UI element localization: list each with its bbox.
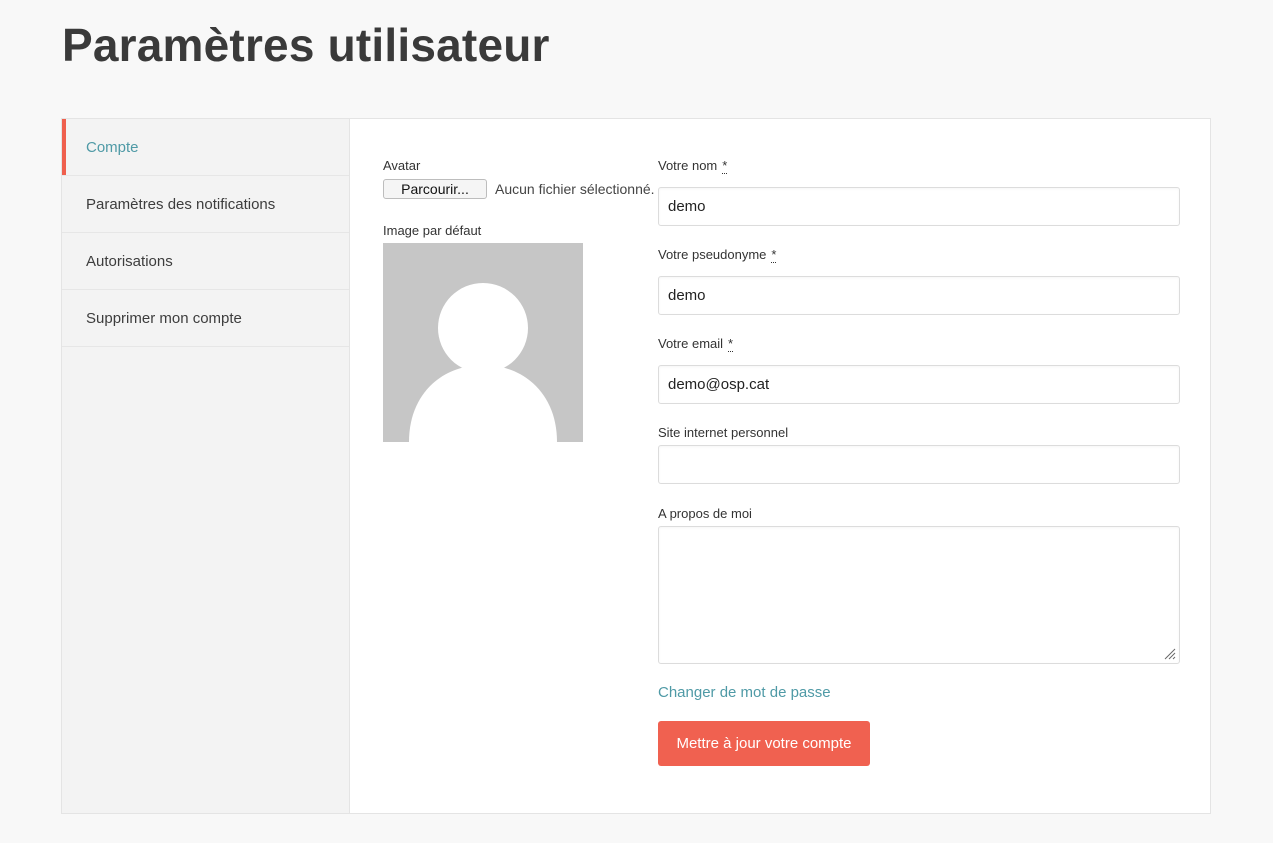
settings-sidebar: Compte Paramètres des notifications Auto… xyxy=(62,119,350,813)
email-label: Votre email * xyxy=(658,336,734,352)
resize-grip-icon[interactable] xyxy=(1164,648,1176,660)
email-field[interactable]: demo@osp.cat xyxy=(658,365,1180,404)
name-label-text: Votre nom xyxy=(658,158,718,173)
required-marker: * xyxy=(728,336,734,352)
name-field[interactable]: demo xyxy=(658,187,1180,226)
required-marker: * xyxy=(771,247,777,263)
about-textarea[interactable] xyxy=(658,526,1180,664)
about-label: A propos de moi xyxy=(658,506,752,521)
sidebar-item-delete-account[interactable]: Supprimer mon compte xyxy=(62,290,349,347)
file-status-text: Aucun fichier sélectionné. xyxy=(495,181,655,197)
change-password-link[interactable]: Changer de mot de passe xyxy=(658,684,831,701)
default-avatar-image xyxy=(383,243,583,442)
page-title: Paramètres utilisateur xyxy=(62,19,550,71)
website-field[interactable] xyxy=(658,445,1180,484)
email-label-text: Votre email xyxy=(658,336,724,351)
default-image-label: Image par défaut xyxy=(383,223,482,238)
account-form: Avatar Parcourir... Aucun fichier sélect… xyxy=(351,119,1210,813)
required-marker: * xyxy=(722,158,728,174)
nickname-field[interactable]: demo xyxy=(658,276,1180,315)
update-account-button[interactable]: Mettre à jour votre compte xyxy=(658,721,870,766)
sidebar-item-notifications[interactable]: Paramètres des notifications xyxy=(62,176,349,233)
user-silhouette-icon xyxy=(409,283,557,442)
browse-file-button[interactable]: Parcourir... xyxy=(383,179,487,199)
name-label: Votre nom * xyxy=(658,158,728,174)
sidebar-item-account[interactable]: Compte xyxy=(62,119,349,176)
nickname-label: Votre pseudonyme * xyxy=(658,247,777,263)
website-label: Site internet personnel xyxy=(658,425,789,440)
sidebar-item-permissions[interactable]: Autorisations xyxy=(62,233,349,290)
avatar-label: Avatar xyxy=(383,158,421,173)
settings-panel: Compte Paramètres des notifications Auto… xyxy=(61,118,1211,814)
nickname-label-text: Votre pseudonyme xyxy=(658,247,767,262)
